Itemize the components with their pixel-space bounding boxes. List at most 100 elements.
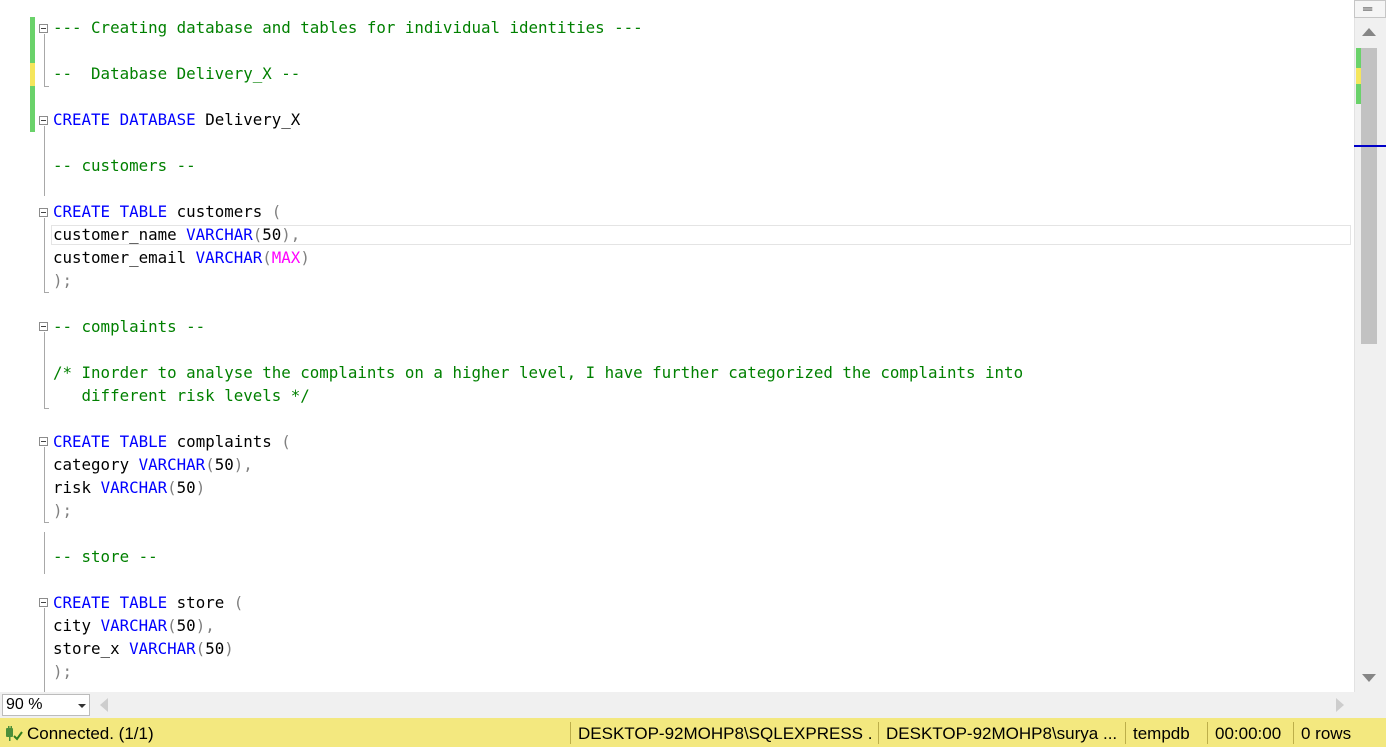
collapse-region-button[interactable] (39, 322, 48, 331)
code-token-ident: store_x (53, 639, 130, 658)
collapse-region-button[interactable] (39, 598, 48, 607)
change-indicator-saved (30, 17, 35, 63)
database-name: tempdb (1133, 724, 1190, 743)
status-separator (878, 722, 879, 744)
code-token-keyword: VARCHAR (138, 455, 206, 474)
code-token-punct: ), (195, 616, 215, 635)
code-line[interactable]: category VARCHAR(50), (53, 453, 253, 476)
change-indicator-unsaved (30, 63, 35, 86)
server-name: DESKTOP-92MOHP8\SQLEXPRESS ... (578, 724, 874, 743)
code-token-punct: ), (281, 225, 301, 244)
code-token-comment: -- store -- (53, 547, 158, 566)
status-separator (1125, 722, 1126, 744)
change-indicator-saved (30, 86, 35, 132)
code-line[interactable]: CREATE DATABASE Delivery_X (53, 108, 300, 131)
collapse-region-button[interactable] (39, 24, 48, 33)
query-editor[interactable]: --- Creating database and tables for ind… (0, 0, 1354, 692)
scroll-down-arrow-icon[interactable] (1362, 674, 1376, 682)
code-line[interactable]: -- Database Delivery_X -- (53, 62, 300, 85)
code-token-comment: -- complaints -- (53, 317, 206, 336)
code-token-comment: different risk levels */ (53, 386, 310, 405)
split-window-icon: ═ (1363, 1, 1373, 16)
code-token-punct: ) (300, 248, 310, 267)
collapse-region-button[interactable] (39, 208, 48, 217)
zoom-select[interactable]: 90 % (2, 694, 90, 716)
outline-guide (44, 126, 45, 196)
code-token-ident: 50 (262, 225, 282, 244)
code-token-ident: customer_email (53, 248, 196, 267)
code-token-punct: ( (271, 202, 282, 221)
code-line[interactable]: customer_name VARCHAR(50), (53, 223, 300, 246)
scroll-up-arrow-icon[interactable] (1362, 28, 1376, 36)
code-line[interactable]: ); (53, 269, 72, 292)
code-line[interactable]: different risk levels */ (53, 384, 310, 407)
horizontal-scrollbar[interactable] (0, 692, 1386, 718)
code-line[interactable]: CREATE TABLE customers ( (53, 200, 281, 223)
code-token-keyword: DATABASE (119, 110, 196, 129)
chevron-down-icon[interactable] (78, 704, 86, 708)
code-token-keyword: CREATE (53, 593, 111, 612)
outline-guide (44, 532, 45, 574)
outline-guide (44, 218, 45, 292)
code-token-punct: ); (53, 501, 73, 520)
code-line[interactable]: ); (53, 660, 72, 683)
code-token-punct: ( (205, 455, 215, 474)
code-token-punct: ( (167, 616, 177, 635)
code-token-punct: ) (224, 639, 234, 658)
status-separator (1293, 722, 1294, 744)
code-token-ident: 50 (176, 478, 196, 497)
code-token-ident (110, 432, 120, 451)
elapsed-time: 00:00:00 (1215, 724, 1282, 743)
code-line[interactable]: city VARCHAR(50), (53, 614, 215, 637)
code-token-ident: customers (167, 202, 272, 221)
code-token-punct: ) (195, 478, 206, 497)
user-name: DESKTOP-92MOHP8\surya ... (886, 724, 1118, 743)
code-token-keyword: VARCHAR (100, 616, 168, 635)
split-window-button[interactable]: ═ (1354, 0, 1386, 18)
code-line[interactable]: -- complaints -- (53, 315, 205, 338)
code-token-punct: ); (53, 662, 73, 681)
code-token-punct: ); (53, 271, 73, 290)
code-token-keyword: VARCHAR (100, 478, 168, 497)
collapse-region-button[interactable] (39, 116, 48, 125)
outline-guide (44, 332, 45, 408)
code-line[interactable]: /* Inorder to analyse the complaints on … (53, 361, 1023, 384)
code-token-punct: ( (252, 225, 263, 244)
code-line[interactable]: -- store -- (53, 545, 158, 568)
code-line[interactable]: ); (53, 499, 72, 522)
vertical-scroll-thumb[interactable] (1361, 48, 1377, 344)
code-line[interactable]: --- Creating database and tables for ind… (53, 16, 643, 39)
code-line[interactable]: CREATE TABLE complaints ( (53, 430, 291, 453)
code-token-punct: ( (167, 478, 177, 497)
code-token-keyword: CREATE (53, 202, 111, 221)
outline-guide (44, 86, 49, 87)
scroll-left-arrow-icon[interactable] (100, 698, 108, 712)
code-line[interactable]: -- customers -- (53, 154, 196, 177)
outline-guide (44, 447, 45, 522)
code-token-ident (110, 593, 120, 612)
code-line[interactable]: CREATE TABLE store ( (53, 591, 243, 614)
code-token-ident: 50 (176, 616, 196, 635)
scroll-right-arrow-icon[interactable] (1336, 698, 1344, 712)
scrollbar-change-marker (1356, 68, 1361, 84)
code-token-keyword: VARCHAR (195, 248, 263, 267)
scrollbar-change-marker (1356, 48, 1361, 68)
status-bar: Connected. (1/1) DESKTOP-92MOHP8\SQLEXPR… (0, 718, 1386, 747)
code-token-punct: ( (281, 432, 291, 451)
code-token-ident (110, 202, 120, 221)
code-token-ident: 50 (205, 639, 225, 658)
collapse-region-button[interactable] (39, 437, 48, 446)
code-line[interactable]: customer_email VARCHAR(MAX) (53, 246, 310, 269)
code-token-punct: ( (262, 248, 272, 267)
code-token-keyword: TABLE (119, 432, 168, 451)
code-token-comment: -- Database Delivery_X -- (53, 64, 301, 83)
outline-guide (44, 408, 49, 409)
zoom-value: 90 % (6, 696, 43, 713)
code-line[interactable]: risk VARCHAR(50) (53, 476, 205, 499)
code-token-ident: store (167, 593, 234, 612)
code-token-keyword: VARCHAR (129, 639, 196, 658)
code-token-keyword: VARCHAR (186, 225, 253, 244)
outline-guide (44, 292, 49, 293)
code-token-keyword: TABLE (119, 202, 168, 221)
code-line[interactable]: store_x VARCHAR(50) (53, 637, 234, 660)
